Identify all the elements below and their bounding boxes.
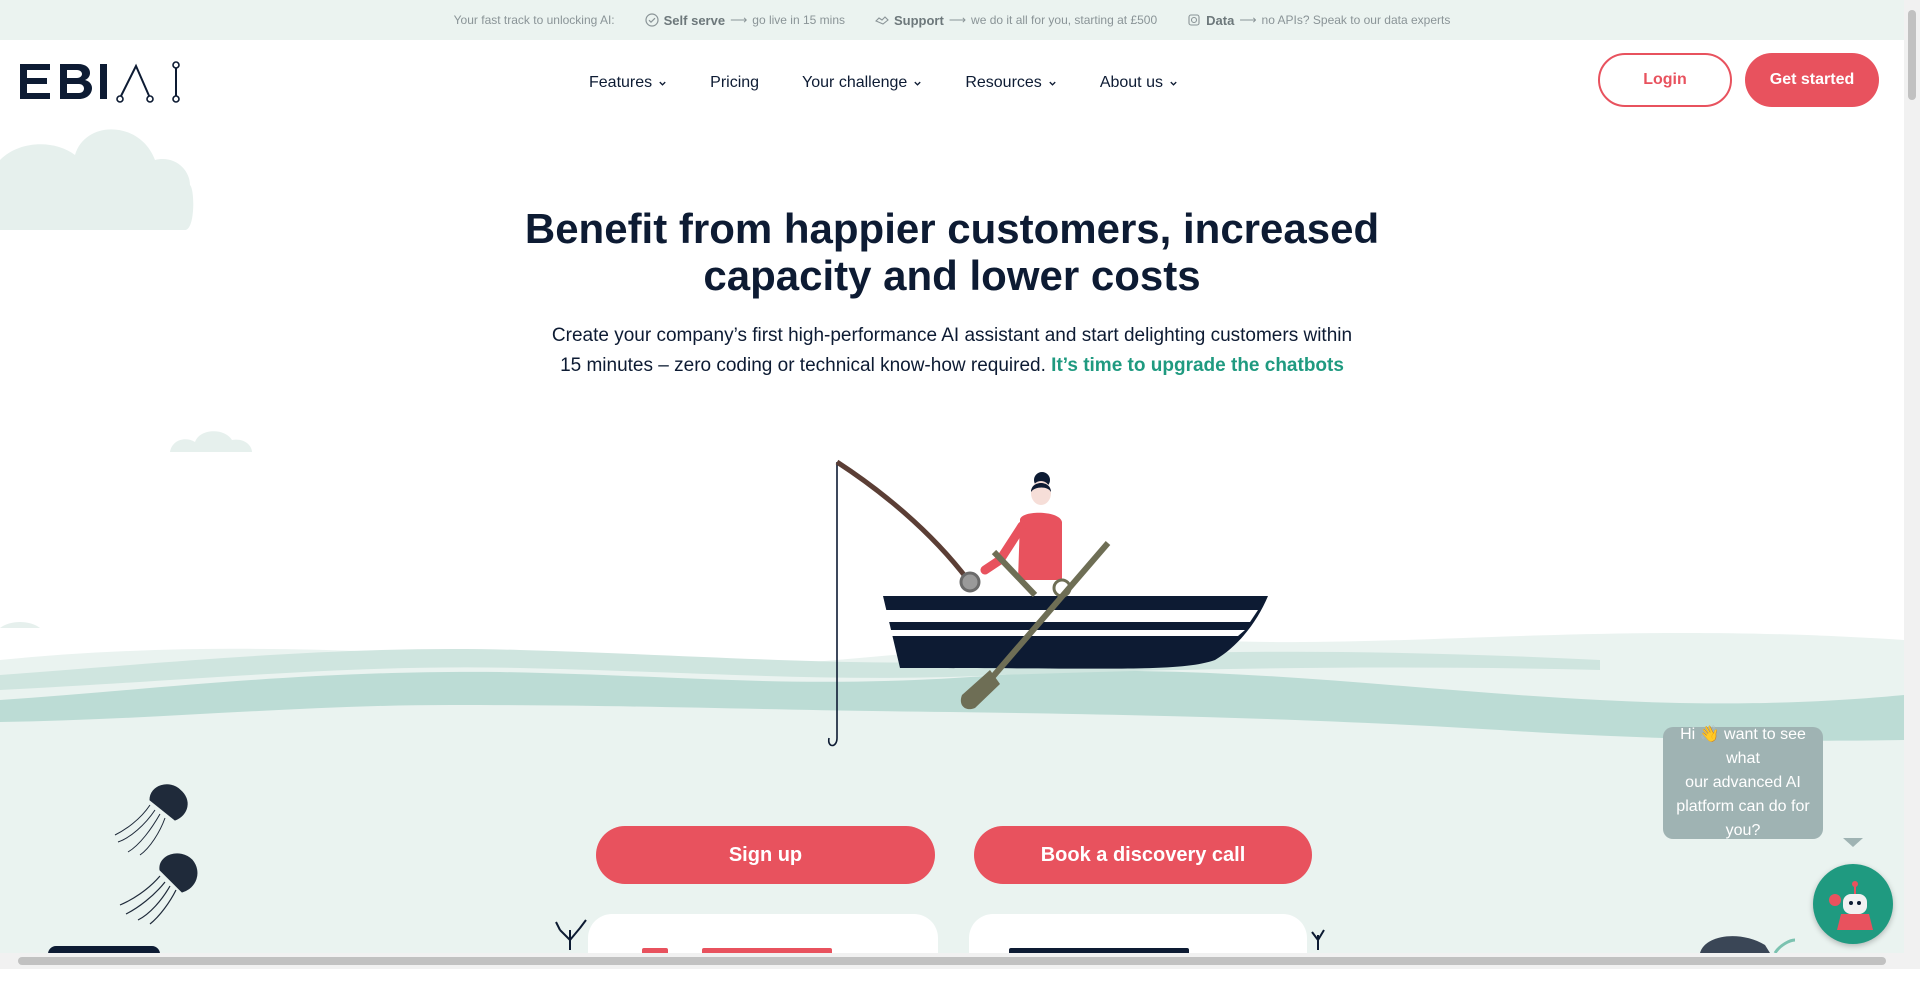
- hero-title-line-2: capacity and lower costs: [703, 252, 1201, 299]
- ebi-ai-logo[interactable]: [20, 60, 180, 106]
- handshake-icon: [875, 16, 889, 25]
- boat-stripe: [885, 610, 1258, 622]
- chevron-down-icon: [659, 81, 666, 86]
- chat-bubble-tail: [1843, 838, 1863, 847]
- cloud: [0, 622, 40, 628]
- nav-about-us[interactable]: About us: [1100, 74, 1178, 92]
- login-button[interactable]: Login: [1598, 53, 1732, 107]
- chat-greeting-line-1: Hi 👋 want to see what: [1680, 726, 1806, 767]
- hero-title-line-1: Benefit from happier customers, increase…: [524, 205, 1380, 252]
- nav-about-us-label: About us: [1099, 74, 1163, 91]
- data-text: no APIs? Speak to our data experts: [1261, 13, 1451, 27]
- hero-subtitle: Create your company’s first high-perform…: [500, 321, 1404, 381]
- chat-launcher-button[interactable]: [1813, 864, 1893, 944]
- nav-resources-label: Resources: [965, 74, 1042, 91]
- main-nav: Features Pricing Your challenge Resource…: [589, 74, 1221, 92]
- support-text: we do it all for you, starting at £500: [971, 13, 1158, 27]
- chat-greeting-bubble[interactable]: Hi 👋 want to see what our advanced AI pl…: [1663, 726, 1823, 839]
- sign-up-button[interactable]: Sign up: [596, 826, 935, 884]
- nav-pricing-label: Pricing: [710, 74, 760, 91]
- reel: [959, 571, 981, 593]
- hero-subtitle-line-1: Create your company’s first high-perform…: [551, 325, 1353, 346]
- feature-card[interactable]: [969, 914, 1307, 984]
- nav-your-challenge[interactable]: Your challenge: [802, 74, 922, 92]
- vertical-scrollbar-thumb[interactable]: [1908, 10, 1916, 100]
- announcement-bar: Your fast track to unlocking AI: Self se…: [0, 0, 1904, 40]
- cloud: [170, 431, 252, 452]
- chevron-down-icon: [914, 81, 922, 86]
- arrow: ⟶: [730, 13, 748, 27]
- nav-features[interactable]: Features: [589, 74, 667, 92]
- chat-mascot-icon: [1829, 881, 1873, 930]
- nav-pricing[interactable]: Pricing: [710, 74, 759, 92]
- support-title: Support: [894, 12, 944, 28]
- fishing-rod: [835, 459, 970, 582]
- arrow: ⟶: [948, 13, 967, 27]
- self-serve-text: go live in 15 mins: [752, 13, 845, 27]
- check-circle-icon: [645, 13, 659, 27]
- upgrade-chatbots-link[interactable]: It’s time to upgrade the chatbots: [1051, 355, 1344, 376]
- horizontal-scrollbar-thumb[interactable]: [18, 957, 1886, 965]
- chat-greeting-line-3: platform can do for you?: [1676, 798, 1810, 839]
- announcement-support[interactable]: Support ⟶ we do it all for you, starting…: [875, 13, 1157, 28]
- nav-features-label: Features: [589, 74, 653, 91]
- get-started-button[interactable]: Get started: [1745, 53, 1879, 107]
- arrow: ⟶: [1239, 13, 1257, 27]
- nav-resources[interactable]: Resources: [965, 74, 1056, 92]
- chat-greeting-line-2: our advanced AI: [1685, 774, 1801, 791]
- hero-title: Benefit from happier customers, increase…: [500, 205, 1404, 299]
- announcement-self-serve[interactable]: Self serve ⟶ go live in 15 mins: [645, 13, 845, 28]
- self-serve-title: Self serve: [663, 12, 726, 28]
- chevron-down-icon: [1170, 81, 1177, 86]
- cloud: [0, 129, 194, 230]
- site-header: Features Pricing Your challenge Resource…: [0, 40, 1904, 130]
- hero-subtitle-line-2: 15 minutes – zero coding or technical kn…: [560, 355, 1046, 376]
- data-icon: [1188, 14, 1200, 26]
- chevron-down-icon: [1049, 81, 1056, 86]
- announcement-data[interactable]: Data ⟶ no APIs? Speak to our data expert…: [1187, 13, 1450, 28]
- nav-your-challenge-label: Your challenge: [802, 74, 908, 91]
- vertical-scrollbar[interactable]: [1904, 0, 1920, 969]
- book-discovery-call-button[interactable]: Book a discovery call: [974, 826, 1312, 884]
- announcement-intro: Your fast track to unlocking AI:: [453, 13, 615, 27]
- data-title: Data: [1206, 12, 1235, 28]
- feature-card[interactable]: [588, 914, 938, 984]
- boat-stripe: [888, 630, 1245, 636]
